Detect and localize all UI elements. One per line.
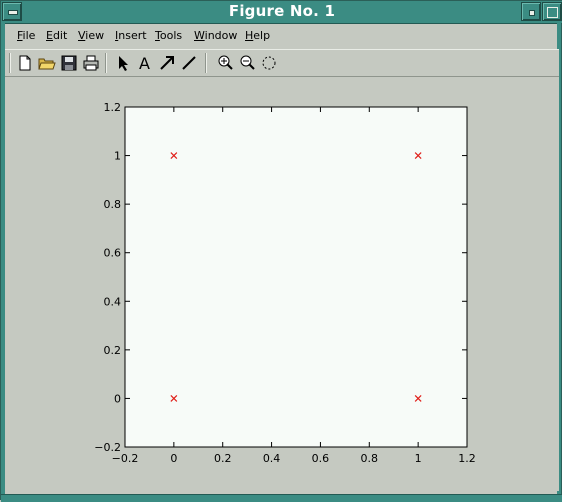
arrow-icon <box>160 56 174 70</box>
text-icon: A <box>139 54 150 73</box>
menu-file[interactable]: File <box>17 29 35 42</box>
menu-view[interactable]: View <box>78 29 104 42</box>
toolbar-separator <box>9 53 11 73</box>
rotate-button[interactable] <box>259 53 279 73</box>
text-button[interactable]: A <box>135 53 155 73</box>
y-tick-label: −0.2 <box>94 441 121 454</box>
toolbar: A <box>5 49 559 77</box>
x-tick-label: 1 <box>415 452 422 465</box>
zoom-out-icon <box>240 55 255 70</box>
save-button[interactable] <box>59 53 79 73</box>
menu-bar: File Edit View Insert Tools Window Help <box>5 26 559 46</box>
title-bar[interactable]: Figure No. 1 <box>1 1 562 24</box>
y-tick-label: 0.6 <box>104 247 122 260</box>
window-frame-bottom[interactable] <box>1 494 562 502</box>
rotate-icon <box>262 56 276 70</box>
select-button[interactable] <box>113 53 133 73</box>
new-file-button[interactable] <box>15 53 35 73</box>
minimize-button[interactable] <box>521 2 541 21</box>
scatter-plot: −0.2 0 0.2 0.4 0.6 0.8 1 1.2−0.200.20.40.60.811… <box>94 101 476 465</box>
y-tick-label: 0.8 <box>104 198 122 211</box>
minimize-icon <box>529 10 535 16</box>
line-icon <box>182 56 196 70</box>
x-tick-label: 1.2 <box>458 452 476 465</box>
menu-insert[interactable]: Insert <box>115 29 147 42</box>
x-tick-label: 0.6 <box>312 452 330 465</box>
y-tick-label: 0 <box>114 392 121 405</box>
y-tick-label: 0.2 <box>104 344 122 357</box>
x-tick-label: 0.2 <box>214 452 232 465</box>
arrow-button[interactable] <box>157 53 177 73</box>
toolbar-separator <box>105 53 107 73</box>
print-button[interactable] <box>81 53 101 73</box>
new-file-icon <box>19 55 31 71</box>
x-tick-label: 0.4 <box>263 452 281 465</box>
svg-text:A: A <box>139 54 150 73</box>
y-tick-label: 0.4 <box>104 295 122 308</box>
menu-window[interactable]: Window <box>194 29 237 42</box>
zoom-in-icon <box>218 55 233 70</box>
window-title: Figure No. 1 <box>228 2 336 20</box>
toolbar-separator <box>205 53 207 73</box>
open-folder-icon <box>38 58 56 70</box>
print-icon <box>83 55 99 71</box>
menu-help[interactable]: Help <box>245 29 270 42</box>
select-arrow-icon <box>119 56 128 71</box>
figure-window: Figure No. 1 File Edit View Insert Tools… <box>0 0 562 502</box>
maximize-button[interactable] <box>542 2 562 21</box>
zoom-in-button[interactable] <box>215 53 235 73</box>
menu-tools[interactable]: Tools <box>155 29 182 42</box>
maximize-icon <box>547 7 558 18</box>
figure-canvas: −0.2 0 0.2 0.4 0.6 0.8 1 1.2 −0.2 0 0.2 0.4 0.6 0.8 1 1… <box>5 77 559 491</box>
menu-edit[interactable]: Edit <box>46 29 67 42</box>
x-tick-label: 0 <box>170 452 177 465</box>
zoom-out-button[interactable] <box>237 53 257 73</box>
save-icon <box>61 55 77 71</box>
y-tick-label: 1.2 <box>104 101 122 114</box>
open-button[interactable] <box>37 53 57 73</box>
line-button[interactable] <box>179 53 199 73</box>
x-tick-label: 0.8 <box>361 452 379 465</box>
y-tick-label: 1 <box>114 150 121 163</box>
